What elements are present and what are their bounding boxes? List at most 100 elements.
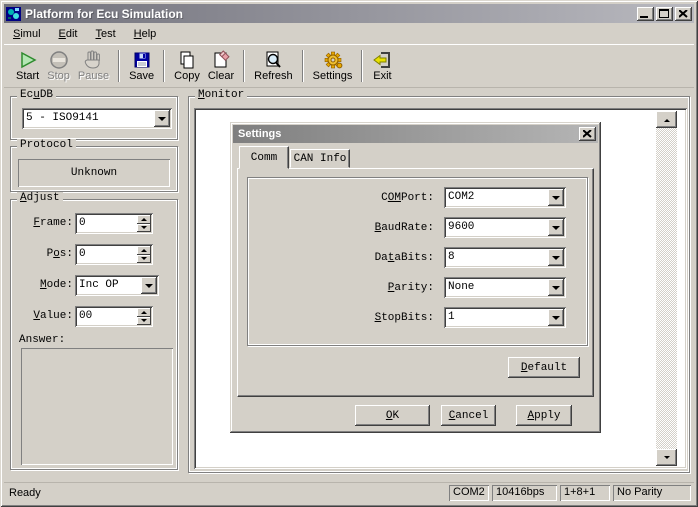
clear-button[interactable]: Clear <box>204 47 238 85</box>
toolbar-separator <box>163 50 165 82</box>
settings-close-button[interactable] <box>579 127 596 141</box>
title-bar[interactable]: Platform for Ecu Simulation <box>4 4 694 23</box>
close-button[interactable] <box>675 7 692 21</box>
app-icon <box>6 6 22 22</box>
menu-help[interactable]: Help <box>125 26 166 42</box>
monitor-scrollbar[interactable] <box>656 111 677 466</box>
value-spin-up-icon[interactable] <box>137 308 151 317</box>
menu-simul[interactable]: Simul <box>4 26 50 42</box>
ecudb-dropdown-arrow-icon[interactable] <box>154 110 170 127</box>
menu-test[interactable]: Test <box>86 26 124 42</box>
value-spinner[interactable]: 00 <box>75 306 153 327</box>
minimize-icon <box>640 16 648 18</box>
baudrate-value: 9600 <box>444 217 546 238</box>
frame-spinner[interactable]: 0 <box>75 213 153 234</box>
start-button[interactable]: Start <box>12 47 43 85</box>
mode-dropdown-arrow-icon[interactable] <box>141 277 157 294</box>
scroll-down-icon <box>664 456 670 462</box>
app-window: Platform for Ecu Simulation Simul Edit T… <box>0 0 698 507</box>
pos-spinner[interactable]: 0 <box>75 244 153 265</box>
settings-dialog-title-bar[interactable]: Settings <box>233 125 598 143</box>
pause-button: Pause <box>74 47 113 85</box>
refresh-icon <box>263 49 283 70</box>
baudrate-dropdown-arrow-icon[interactable] <box>548 219 564 236</box>
stop-icon <box>49 49 69 70</box>
copy-button[interactable]: Copy <box>170 47 204 85</box>
menu-edit[interactable]: Edit <box>50 26 87 42</box>
pos-label: Pos: <box>13 244 73 260</box>
minimize-button[interactable] <box>637 7 654 21</box>
frame-spin-up-icon[interactable] <box>137 215 151 224</box>
exit-icon <box>372 49 392 70</box>
protocol-group: Protocol Unknown <box>10 146 178 192</box>
clear-icon <box>211 49 231 70</box>
parity-label: Parity: <box>258 278 434 294</box>
mode-select[interactable]: Inc OP <box>75 275 159 296</box>
stopbits-dropdown-arrow-icon[interactable] <box>548 309 564 326</box>
stopbits-label: StopBits: <box>258 308 434 324</box>
comport-dropdown-arrow-icon[interactable] <box>548 189 564 206</box>
stopbits-value: 1 <box>444 307 546 328</box>
mode-label: Mode: <box>13 275 73 291</box>
databits-dropdown-arrow-icon[interactable] <box>548 249 564 266</box>
pos-spin-down-icon[interactable] <box>137 255 151 264</box>
comm-tab-page: COMPort: COM2 BaudRate: 9600 DataBits: 8… <box>237 168 594 397</box>
scroll-up-button[interactable] <box>656 111 677 128</box>
ecudb-select[interactable]: 5 - ISO9141 <box>22 108 172 129</box>
pause-icon <box>83 49 103 70</box>
frame-value: 0 <box>75 213 135 234</box>
pos-spin-up-icon[interactable] <box>137 246 151 255</box>
toolbar: Start Stop Pause Save Copy Clear Refresh <box>4 44 694 88</box>
comport-select[interactable]: COM2 <box>444 187 566 208</box>
exit-button[interactable]: Exit <box>368 47 396 85</box>
baudrate-select[interactable]: 9600 <box>444 217 566 238</box>
save-button[interactable]: Save <box>125 47 158 85</box>
status-baud: 10416bps <box>492 485 557 501</box>
cancel-button[interactable]: Cancel <box>441 405 496 426</box>
stopbits-select[interactable]: 1 <box>444 307 566 328</box>
menu-bar: Simul Edit Test Help <box>4 25 694 43</box>
frame-label: Frame: <box>13 213 73 229</box>
toolbar-separator <box>302 50 304 82</box>
settings-dialog-title: Settings <box>238 128 577 140</box>
value-spin-down-icon[interactable] <box>137 317 151 326</box>
close-icon <box>679 10 688 18</box>
maximize-button[interactable] <box>656 7 673 21</box>
value-value: 00 <box>75 306 135 327</box>
save-icon <box>132 49 152 70</box>
parity-dropdown-arrow-icon[interactable] <box>548 279 564 296</box>
tab-comm[interactable]: Comm <box>239 146 289 169</box>
adjust-group-label: Adjust <box>17 192 63 204</box>
status-ready: Ready <box>4 487 449 499</box>
stop-button: Stop <box>43 47 74 85</box>
maximize-icon <box>659 9 669 18</box>
tab-can-info[interactable]: CAN Info <box>290 149 350 168</box>
comport-value: COM2 <box>444 187 546 208</box>
scroll-up-icon <box>664 116 670 122</box>
frame-spin-down-icon[interactable] <box>137 224 151 233</box>
monitor-group-label: Monitor <box>195 89 247 101</box>
status-frame-format: 1+8+1 <box>560 485 610 501</box>
mode-value: Inc OP <box>75 275 139 296</box>
settings-button[interactable]: Settings <box>309 47 357 85</box>
apply-button[interactable]: Apply <box>516 405 572 426</box>
start-icon <box>18 49 38 70</box>
ecudb-value: 5 - ISO9141 <box>22 108 152 129</box>
databits-label: DataBits: <box>258 248 434 264</box>
window-title: Platform for Ecu Simulation <box>25 7 635 21</box>
protocol-panel: Unknown <box>18 159 170 187</box>
adjust-group: Adjust Frame: 0 Pos: 0 Mode: Inc OP Valu… <box>10 199 178 470</box>
ok-button[interactable]: OK <box>355 405 430 426</box>
status-parity: No Parity <box>613 485 691 501</box>
status-bar: Ready COM2 10416bps 1+8+1 No Parity <box>4 482 694 503</box>
scroll-down-button[interactable] <box>656 449 677 466</box>
databits-select[interactable]: 8 <box>444 247 566 268</box>
settings-dialog: Settings Comm CAN Info COMPort: COM2 Bau… <box>230 122 601 433</box>
answer-label: Answer: <box>19 334 65 346</box>
settings-close-icon <box>583 130 592 138</box>
refresh-button[interactable]: Refresh <box>250 47 297 85</box>
comport-label: COMPort: <box>258 188 434 204</box>
answer-box[interactable] <box>21 348 173 465</box>
default-button[interactable]: Default <box>508 357 580 378</box>
parity-select[interactable]: None <box>444 277 566 298</box>
